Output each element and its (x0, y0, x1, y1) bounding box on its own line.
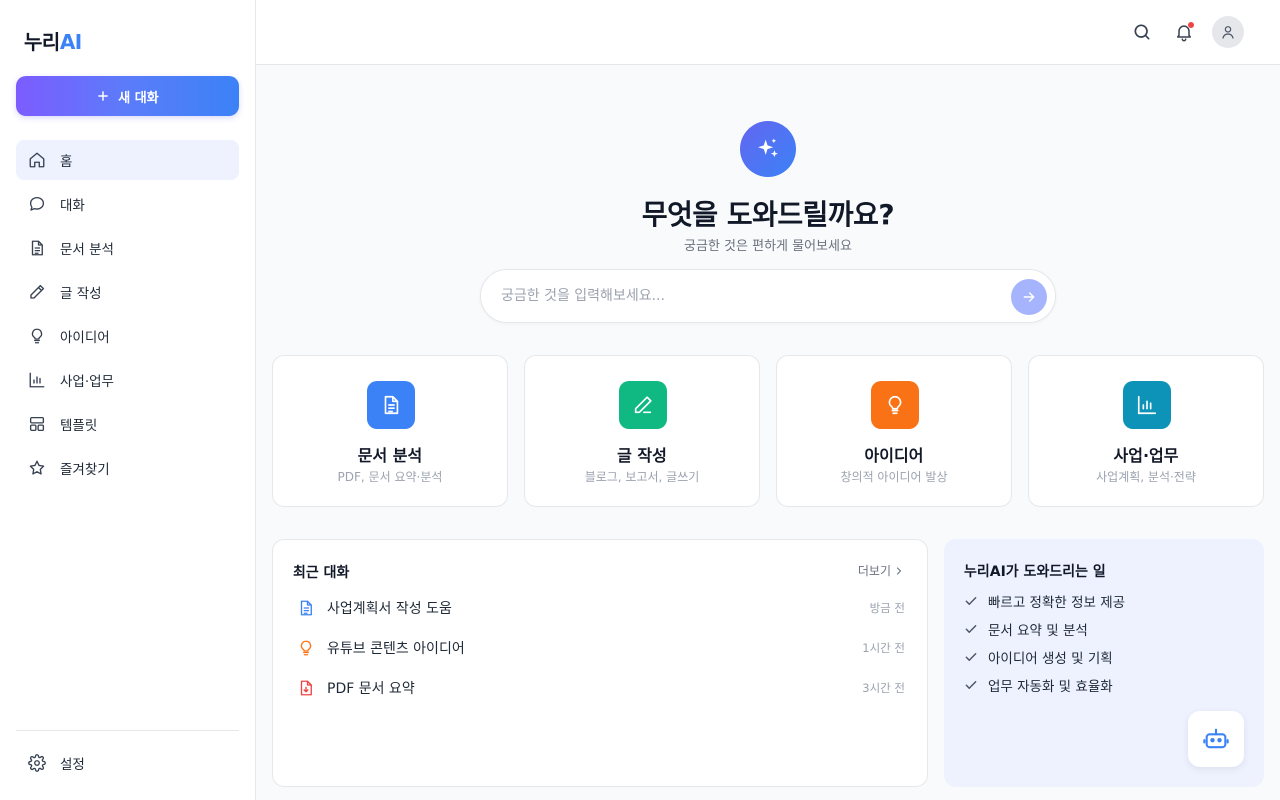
more-label: 더보기 (857, 564, 891, 578)
sidebar-item-business[interactable]: 사업·업무 (16, 360, 239, 400)
sparkle-logo-icon (740, 121, 796, 177)
list-item-label: 사업계획서 작성 도움 (327, 601, 452, 617)
pen-icon (30, 284, 45, 299)
check-icon (965, 597, 977, 605)
sidebar-item-label: 사업·업무 (60, 374, 114, 390)
sidebar-item-ideas[interactable]: 아이디어 (16, 316, 239, 356)
gear-icon (28, 754, 46, 772)
page-title: 무엇을 도와드릴까요? (641, 198, 895, 231)
sidebar-item-label: 대화 (60, 198, 85, 214)
feature-item: 업무 자동화 및 효율화 (964, 675, 1113, 695)
sidebar-item-document-analysis[interactable]: 문서 분석 (16, 228, 239, 268)
recent-title: 최근 대화 (293, 565, 350, 581)
sidebar-item-chat[interactable]: 대화 (16, 184, 239, 224)
assistant-bot-button[interactable] (1188, 711, 1244, 767)
feature-label: 업무 자동화 및 효율화 (988, 679, 1113, 695)
logo-accent-text: AI (59, 30, 82, 54)
sidebar-item-home[interactable]: 홈 (16, 140, 239, 180)
new-chat-button[interactable]: 새 대화 (16, 76, 239, 116)
pen-icon (619, 381, 667, 429)
document-icon (367, 381, 415, 429)
home-icon (29, 152, 45, 168)
card-ideas[interactable]: 아이디어 창의적 아이디어 발상 (776, 355, 1012, 507)
chevron-right-icon (896, 566, 902, 575)
check-icon (965, 681, 977, 689)
bar-chart-icon (29, 372, 45, 388)
list-item-label: 유튜브 콘텐츠 아이디어 (327, 641, 465, 657)
lightbulb-icon (31, 328, 43, 344)
user-icon (1222, 26, 1234, 39)
more-link[interactable]: 더보기 (858, 562, 905, 579)
features-title: 누리AI가 도와드리는 일 (964, 564, 1106, 580)
notification-dot (1188, 22, 1194, 28)
feature-item: 문서 요약 및 분석 (964, 619, 1088, 639)
card-document-analysis[interactable]: 문서 분석 PDF, 문서 요약·분석 (272, 355, 508, 507)
sidebar-item-label: 홈 (60, 154, 73, 170)
document-icon (31, 240, 43, 256)
sidebar-item-writing[interactable]: 글 작성 (16, 272, 239, 312)
sidebar-item-label: 템플릿 (60, 418, 98, 434)
prompt-input[interactable] (501, 270, 1001, 322)
list-item[interactable]: PDF 문서 요약 3시간 전 (297, 676, 905, 700)
card-writing[interactable]: 글 작성 블로그, 보고서, 글쓰기 (524, 355, 760, 507)
settings-label: 설정 (60, 757, 85, 773)
sidebar-nav: 홈 대화 문서 분석 글 작성 아이디어 사업·업무 템플릿 즐겨찾기 (16, 140, 239, 492)
sidebar-item-label: 글 작성 (60, 286, 102, 302)
card-title: 아이디어 (864, 446, 924, 465)
list-item-time: 방금 전 (869, 601, 905, 615)
sidebar-item-favorites[interactable]: 즐겨찾기 (16, 448, 239, 488)
avatar[interactable] (1212, 16, 1244, 48)
new-chat-label: 새 대화 (118, 90, 159, 106)
sidebar-item-settings[interactable]: 설정 (16, 743, 239, 783)
logo-text: 누리 (24, 30, 60, 54)
list-item-time: 3시간 전 (862, 681, 905, 695)
list-item[interactable]: 사업계획서 작성 도움 방금 전 (297, 596, 905, 620)
pdf-file-icon (300, 680, 312, 696)
card-title: 문서 분석 (357, 446, 423, 465)
feature-item: 빠르고 정확한 정보 제공 (964, 591, 1125, 611)
lightbulb-icon (871, 381, 919, 429)
chat-bubble-icon (29, 196, 45, 211)
lightbulb-icon (300, 640, 312, 656)
features-panel: 누리AI가 도와드리는 일 빠르고 정확한 정보 제공 문서 요약 및 분석 아… (944, 539, 1264, 787)
feature-label: 문서 요약 및 분석 (988, 623, 1088, 639)
main-content: 무엇을 도와드릴까요? 궁금한 것은 편하게 물어보세요 문서 분석 PDF, … (256, 65, 1280, 800)
template-icon (29, 416, 45, 432)
recent-conversations-panel: 최근 대화 더보기 사업계획서 작성 도움 방금 전 유튜브 콘텐츠 아이디어 … (272, 539, 928, 787)
card-business[interactable]: 사업·업무 사업계획, 분석·전략 (1028, 355, 1264, 507)
list-item[interactable]: 유튜브 콘텐츠 아이디어 1시간 전 (297, 636, 905, 660)
card-desc: 창의적 아이디어 발상 (840, 470, 948, 484)
arrow-right-icon (1023, 292, 1035, 302)
sidebar-divider (16, 730, 239, 731)
card-title: 사업·업무 (1113, 446, 1179, 465)
card-desc: PDF, 문서 요약·분석 (337, 470, 443, 484)
sidebar-item-label: 아이디어 (60, 330, 110, 346)
bar-chart-icon (1123, 381, 1171, 429)
quick-action-cards: 문서 분석 PDF, 문서 요약·분석 글 작성 블로그, 보고서, 글쓰기 아… (272, 355, 1264, 507)
card-title: 글 작성 (617, 446, 667, 465)
search-icon[interactable] (1132, 22, 1152, 42)
card-desc: 사업계획, 분석·전략 (1096, 470, 1196, 484)
sidebar-item-label: 문서 분석 (60, 242, 114, 258)
send-button[interactable] (1011, 279, 1047, 315)
feature-label: 빠르고 정확한 정보 제공 (988, 595, 1126, 611)
sidebar: 누리AI 새 대화 홈 대화 문서 분석 글 작성 아이디어 사업·업무 템플릿… (0, 0, 256, 800)
robot-icon (1203, 728, 1229, 749)
check-icon (965, 653, 977, 661)
list-item-time: 1시간 전 (862, 641, 905, 655)
document-icon (300, 600, 312, 616)
prompt-box (480, 269, 1056, 323)
app-logo[interactable]: 누리AI (24, 26, 82, 55)
sidebar-item-templates[interactable]: 템플릿 (16, 404, 239, 444)
plus-icon (98, 91, 109, 101)
feature-item: 아이디어 생성 및 기획 (964, 647, 1113, 667)
star-icon (29, 460, 45, 475)
card-desc: 블로그, 보고서, 글쓰기 (584, 470, 700, 484)
check-icon (965, 625, 977, 633)
list-item-label: PDF 문서 요약 (327, 681, 415, 697)
feature-label: 아이디어 생성 및 기획 (988, 651, 1113, 667)
top-header (256, 0, 1280, 65)
page-subtitle: 궁금한 것은 편하게 물어보세요 (684, 239, 852, 254)
sidebar-item-label: 즐겨찾기 (60, 462, 110, 478)
